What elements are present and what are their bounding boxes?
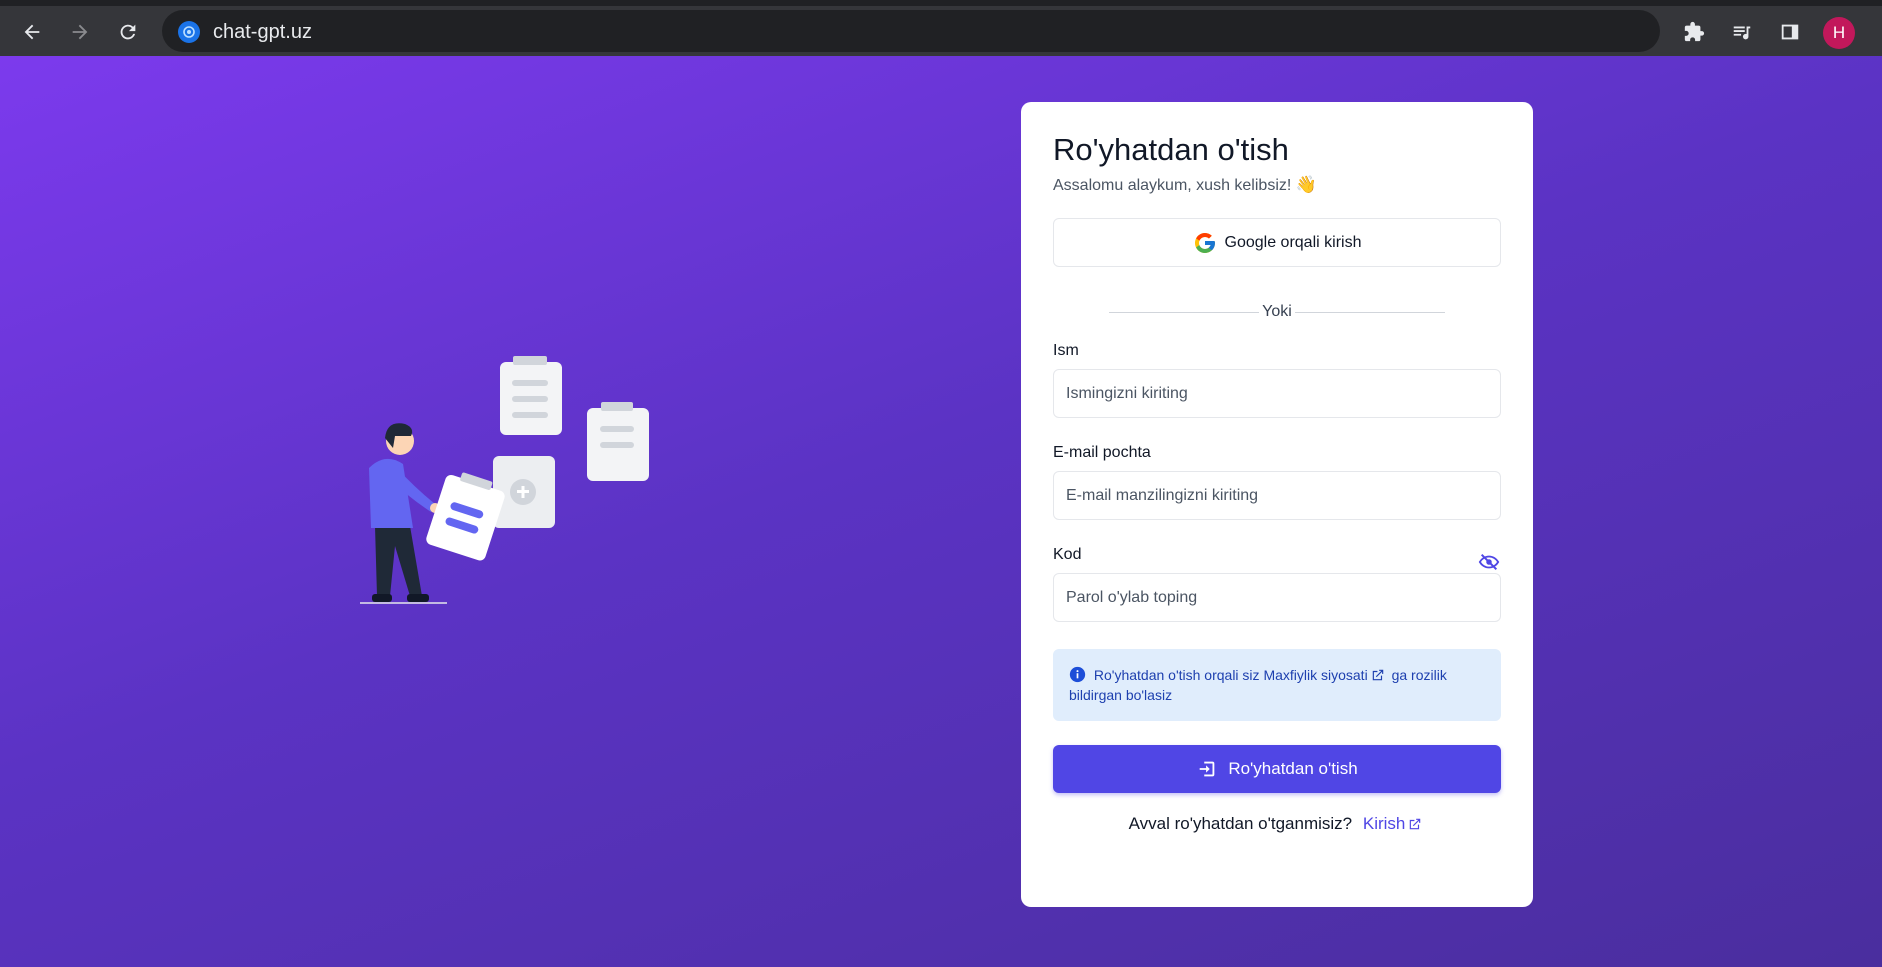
page-background: Ro'yhatdan o'tish Assalomu alaykum, xush… <box>0 56 1882 967</box>
password-input[interactable] <box>1053 573 1501 622</box>
login-link[interactable]: Kirish <box>1363 814 1406 833</box>
eye-off-icon[interactable] <box>1478 551 1500 573</box>
side-panel-icon <box>1781 24 1799 40</box>
arrow-right-icon <box>72 24 88 40</box>
forward-button[interactable] <box>62 14 98 50</box>
welcome-subtitle: Assalomu alaykum, xush kelibsiz! 👋 <box>1053 175 1317 195</box>
media-control-button[interactable] <box>1724 14 1760 50</box>
profile-avatar[interactable]: H <box>1823 17 1855 49</box>
info-icon <box>1069 666 1086 683</box>
name-label: Ism <box>1053 342 1079 359</box>
submit-button-label: Ro'yhatdan o'tish <box>1228 759 1358 778</box>
address-bar[interactable]: chat-gpt.uz <box>162 10 1660 52</box>
external-link-icon <box>1410 818 1421 830</box>
password-label: Kod <box>1053 546 1082 563</box>
email-label: E-mail pochta <box>1053 444 1151 461</box>
puzzle-icon <box>1684 21 1705 42</box>
login-question: Avval ro'yhatdan o'tganmisiz? <box>1128 814 1353 833</box>
browser-toolbar: chat-gpt.uz H <box>0 0 1882 56</box>
name-input[interactable] <box>1053 369 1501 418</box>
reload-icon <box>120 24 136 40</box>
privacy-policy-link[interactable]: Maxfiylik siyosati <box>1263 667 1367 683</box>
email-input[interactable] <box>1053 471 1501 520</box>
page-title: Ro'yhatdan o'tish <box>1053 132 1289 167</box>
google-button-label: Google orqali kirish <box>1224 233 1362 251</box>
notice-prefix: Ro'yhatdan o'tish orqali siz <box>1093 667 1260 683</box>
login-prompt: Avval ro'yhatdan o'tganmisiz? Kirish <box>1053 814 1501 834</box>
reload-button[interactable] <box>110 14 146 50</box>
side-panel-button[interactable] <box>1772 14 1808 50</box>
or-divider: Yoki <box>1109 302 1445 322</box>
site-favicon-icon <box>178 21 200 43</box>
signup-card: Ro'yhatdan o'tish Assalomu alaykum, xush… <box>1021 102 1533 907</box>
playlist-music-icon <box>1733 26 1751 40</box>
divider-text: Yoki <box>1262 303 1292 320</box>
extensions-button[interactable] <box>1676 14 1712 50</box>
waving-hand-icon: 👋 <box>1295 175 1317 194</box>
url-text: chat-gpt.uz <box>213 21 312 43</box>
person-documents-illustration <box>360 356 649 604</box>
welcome-text: Assalomu alaykum, xush kelibsiz! <box>1053 177 1292 194</box>
google-logo-icon <box>1194 232 1215 253</box>
arrow-left-icon <box>24 24 40 40</box>
signup-submit-button[interactable]: Ro'yhatdan o'tish <box>1053 745 1501 793</box>
privacy-notice: Ro'yhatdan o'tish orqali siz Maxfiylik s… <box>1053 649 1501 721</box>
external-link-icon <box>1372 669 1383 681</box>
login-icon <box>1199 761 1215 777</box>
back-button[interactable] <box>14 14 50 50</box>
google-login-button[interactable]: Google orqali kirish <box>1053 218 1501 267</box>
